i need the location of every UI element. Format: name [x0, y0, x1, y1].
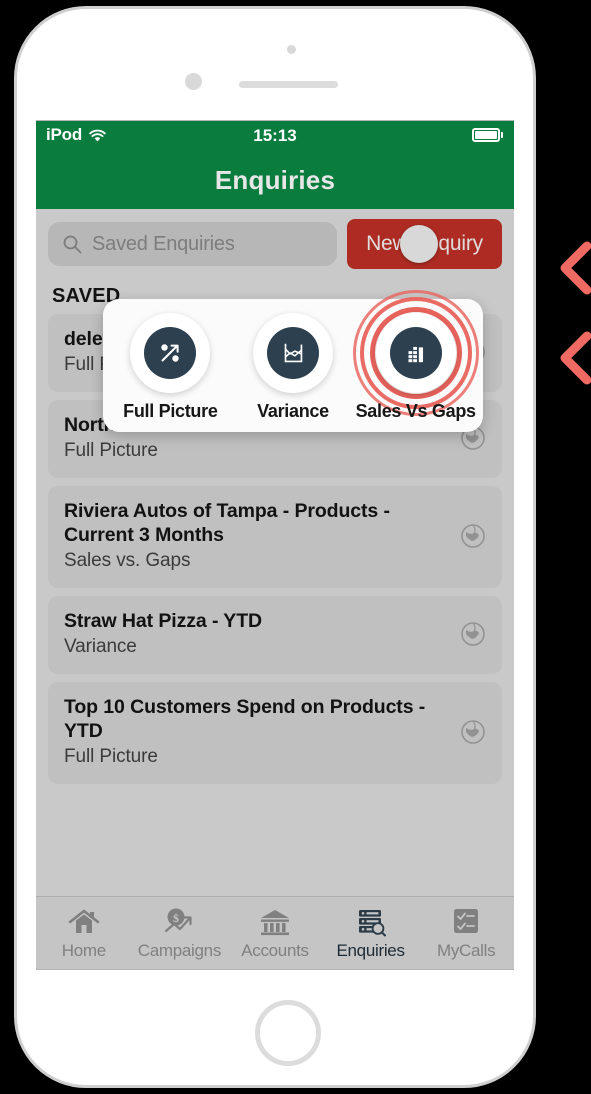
list-item[interactable]: Riviera Autos of Tampa - Products - Curr… — [48, 485, 502, 588]
tab-mycalls[interactable]: MyCalls — [418, 897, 514, 969]
svg-text:$: $ — [173, 911, 179, 925]
front-camera-icon — [185, 73, 202, 90]
search-toolbar: Saved Enquiries New Enquiry — [36, 209, 514, 277]
list-item-subtitle: Full Picture — [64, 745, 158, 767]
search-icon — [62, 234, 82, 254]
tab-label: Campaigns — [137, 940, 222, 960]
popup-option-full-picture[interactable]: Full Picture — [109, 313, 232, 422]
list-item-text: Straw Hat Pizza - YTD Variance — [64, 609, 460, 660]
enquiry-type-popup: Full Picture Variance Sales Vs Gaps — [103, 290, 483, 432]
tab-home[interactable]: Home — [36, 897, 132, 969]
chevron-marker-1 — [556, 240, 591, 296]
page-title: Enquiries — [214, 164, 336, 195]
chevron-marker-2 — [556, 330, 591, 386]
list-item[interactable]: Top 10 Customers Spend on Products - YTD… — [48, 681, 502, 784]
list-search-icon — [354, 906, 388, 938]
navigation-bar: Enquiries — [36, 151, 514, 209]
checklist-icon — [449, 906, 483, 938]
dollar-trend-icon: $ — [162, 906, 196, 938]
popup-option-label: Sales Vs Gaps — [355, 401, 476, 421]
bottom-tab-bar: Home $ Campaigns Accounts Enquiries MyCa… — [36, 896, 514, 969]
popup-option-variance[interactable]: Variance — [232, 313, 355, 422]
list-item-title: Top 10 Customers Spend on Products - YTD — [64, 695, 426, 742]
list-item-text: Top 10 Customers Spend on Products - YTD… — [64, 695, 460, 770]
popup-option-label: Variance — [257, 401, 329, 421]
globe-icon — [460, 523, 486, 549]
status-bar: iPod 15:13 — [36, 121, 514, 151]
tab-label: Home — [61, 940, 106, 960]
phone-screen: iPod 15:13 Enquiries Saved Enquiries New… — [36, 120, 514, 970]
clock-label: 15:13 — [253, 126, 297, 145]
bar-chart-icon — [389, 327, 442, 379]
battery-icon — [472, 128, 503, 142]
list-item-text: Riviera Autos of Tampa - Products - Curr… — [64, 499, 460, 574]
proximity-sensor-icon — [287, 45, 296, 54]
list-item-subtitle: Sales vs. Gaps — [64, 550, 191, 572]
popup-option-icon-wrap — [375, 313, 456, 393]
new-enquiry-button[interactable]: New Enquiry — [347, 219, 502, 269]
screenshot-stage: iPod 15:13 Enquiries Saved Enquiries New… — [0, 0, 591, 1094]
list-item-title: Straw Hat Pizza - YTD — [64, 609, 263, 632]
list-item-subtitle: Full Picture — [64, 440, 158, 462]
touch-cursor-indicator — [400, 225, 438, 263]
list-item-subtitle: Variance — [64, 635, 137, 657]
tab-campaigns[interactable]: $ Campaigns — [132, 897, 228, 969]
tab-label: Accounts — [241, 940, 309, 960]
search-placeholder: Saved Enquiries — [92, 232, 235, 255]
home-icon — [67, 906, 101, 938]
popup-option-label: Full Picture — [123, 401, 218, 421]
line-chart-icon — [267, 327, 319, 379]
home-button[interactable] — [255, 1000, 321, 1066]
tab-enquiries[interactable]: Enquiries — [323, 897, 419, 969]
globe-icon — [460, 621, 486, 647]
popup-option-sales-vs-gaps[interactable]: Sales Vs Gaps — [352, 290, 479, 422]
list-item-title: Riviera Autos of Tampa - Products - Curr… — [64, 499, 390, 546]
search-input[interactable]: Saved Enquiries — [48, 222, 337, 266]
tab-label: MyCalls — [436, 940, 496, 960]
percent-trend-icon — [144, 327, 197, 379]
tab-label: Enquiries — [336, 940, 405, 960]
list-item[interactable]: Straw Hat Pizza - YTD Variance — [48, 595, 502, 674]
earpiece-speaker — [239, 81, 338, 88]
bank-icon — [258, 906, 292, 938]
tab-accounts[interactable]: Accounts — [227, 897, 323, 969]
globe-icon — [460, 719, 486, 745]
popup-option-icon-wrap — [253, 313, 333, 393]
popup-option-icon-wrap — [130, 313, 211, 393]
